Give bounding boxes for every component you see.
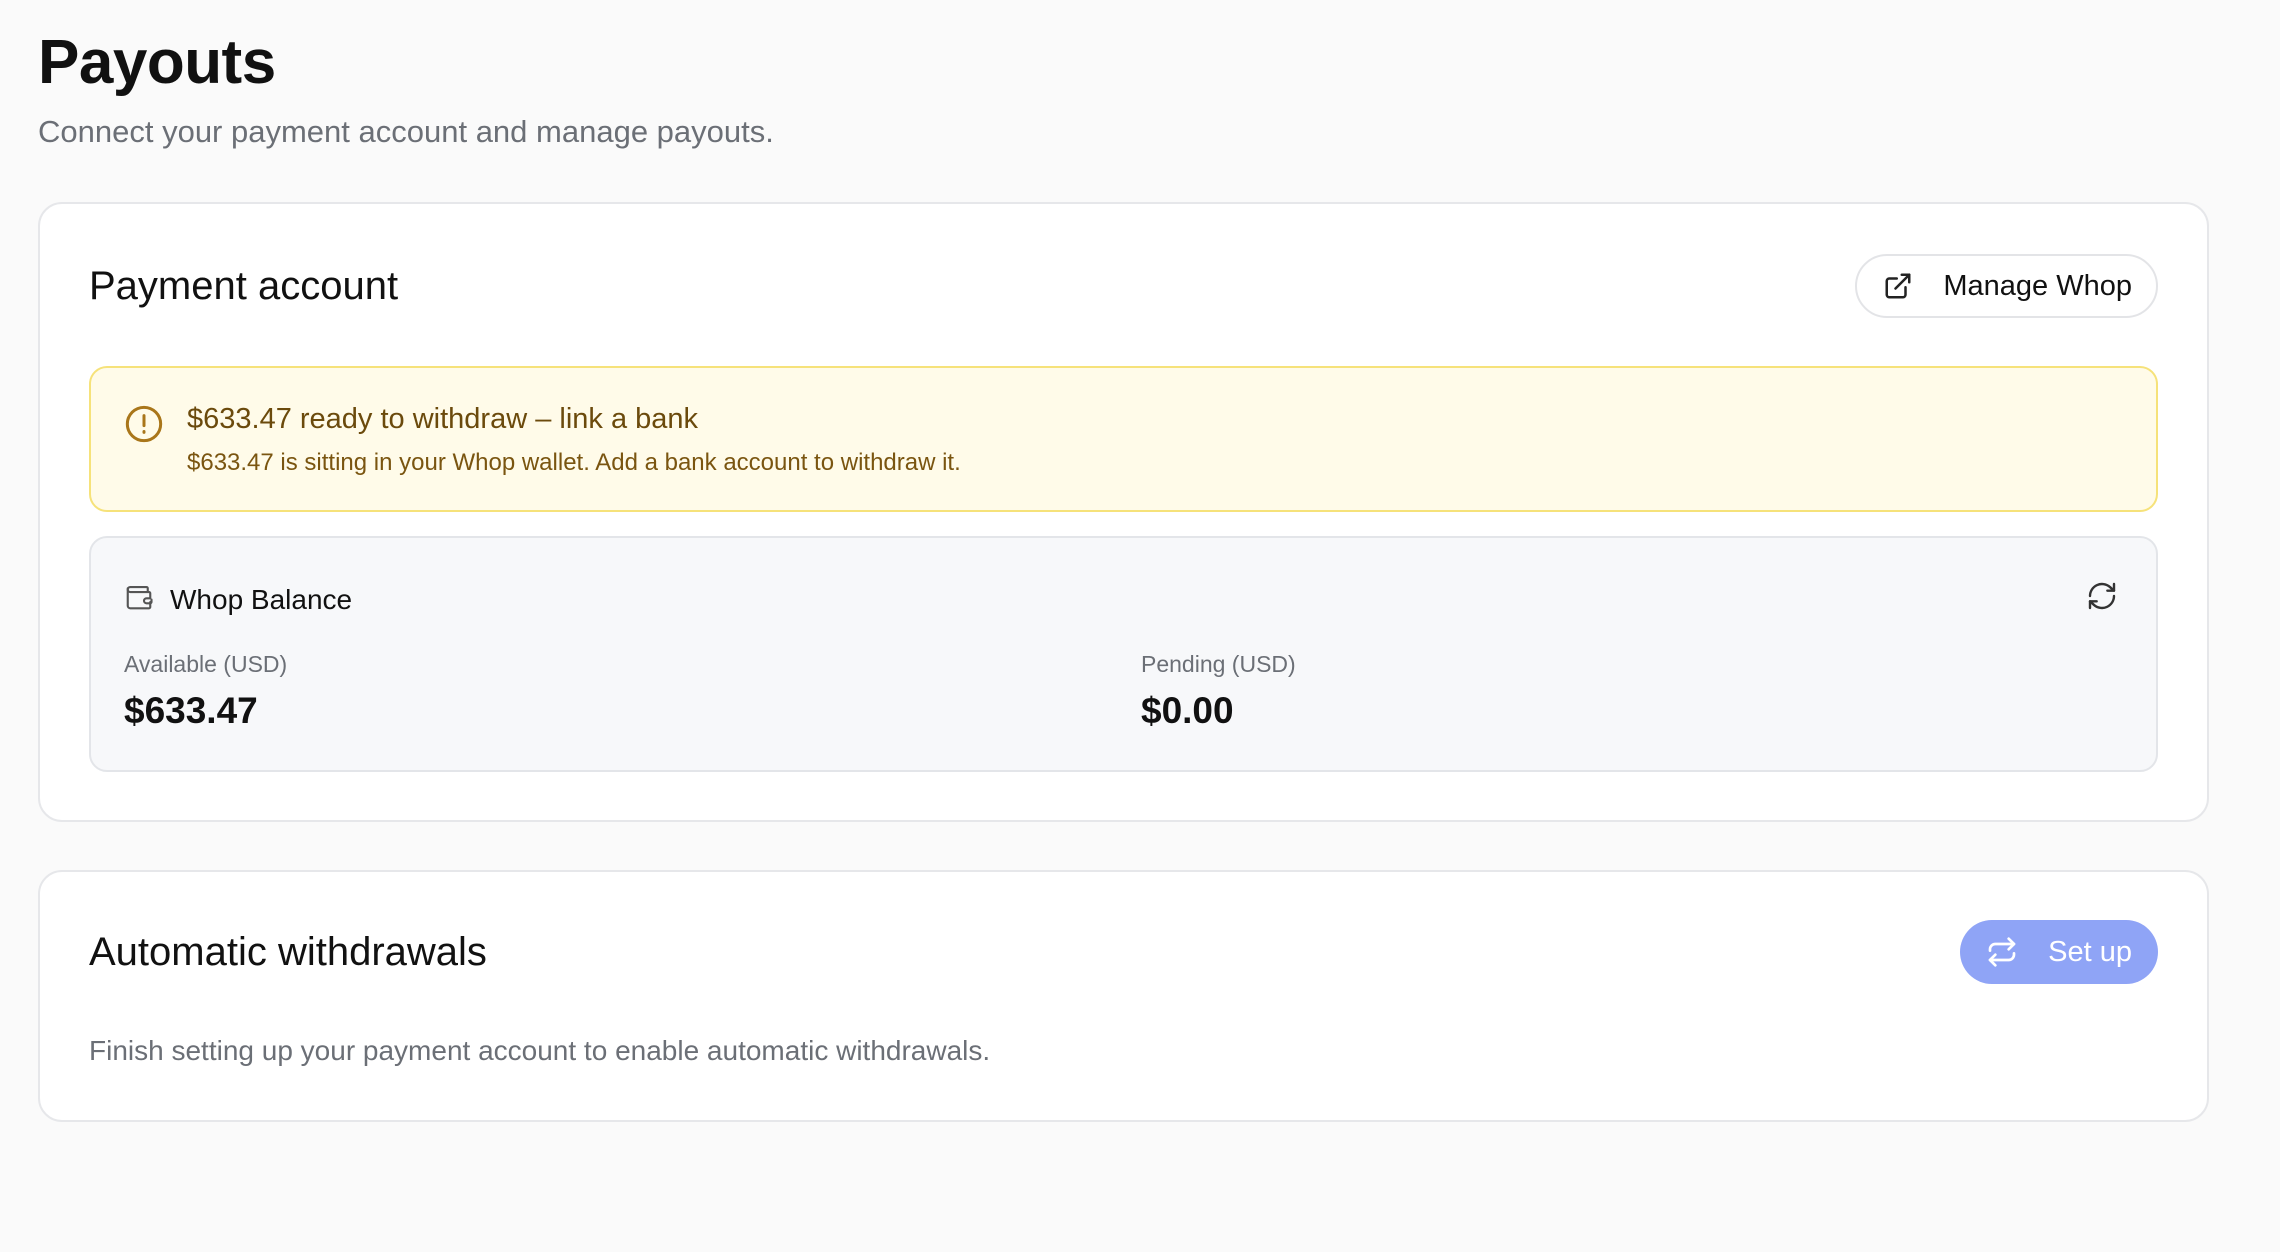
alert-text: $633.47 is sitting in your Whop wallet. …	[187, 449, 961, 476]
whop-balance-panel: Whop Balance Available (USD) $633.47 Pen…	[89, 536, 2158, 772]
available-label: Available (USD)	[124, 651, 288, 677]
automatic-withdrawals-card: Automatic withdrawals Set up Finish sett…	[38, 870, 2209, 1122]
balance-header: Whop Balance	[124, 582, 352, 617]
automatic-withdrawals-title: Automatic withdrawals	[89, 930, 487, 974]
available-value: $633.47	[124, 690, 258, 731]
payouts-page: Payouts Connect your payment account and…	[0, 0, 2280, 1252]
manage-whop-label: Manage Whop	[1943, 269, 2132, 302]
available-balance: Available (USD) $633.47	[124, 650, 287, 732]
pending-label: Pending (USD)	[1141, 651, 1296, 677]
set-up-label: Set up	[2048, 935, 2132, 968]
withdraw-alert: $633.47 ready to withdraw – link a bank …	[89, 366, 2158, 512]
payment-account-title: Payment account	[89, 264, 399, 308]
payment-account-header: Payment account Manage Whop	[89, 254, 2158, 318]
page-title: Payouts	[38, 28, 276, 97]
payment-account-card: Payment account Manage Whop $633.47 read…	[38, 202, 2209, 822]
automatic-withdrawals-header: Automatic withdrawals Set up	[89, 920, 2158, 984]
automatic-withdrawals-description: Finish setting up your payment account t…	[89, 1035, 991, 1066]
balance-title: Whop Balance	[170, 583, 353, 615]
external-link-icon	[1883, 271, 1913, 301]
set-up-button[interactable]: Set up	[1960, 920, 2158, 984]
refresh-balance-button[interactable]	[2082, 578, 2122, 618]
wallet-icon	[124, 582, 154, 617]
pending-value: $0.00	[1141, 690, 1234, 731]
refresh-icon	[2086, 580, 2118, 617]
repeat-icon	[1986, 936, 2018, 968]
alert-circle-icon	[124, 404, 164, 449]
page-subtitle: Connect your payment account and manage …	[38, 114, 774, 149]
pending-balance: Pending (USD) $0.00	[1141, 650, 1296, 732]
manage-whop-button[interactable]: Manage Whop	[1855, 254, 2158, 318]
alert-title: $633.47 ready to withdraw – link a bank	[187, 403, 699, 435]
